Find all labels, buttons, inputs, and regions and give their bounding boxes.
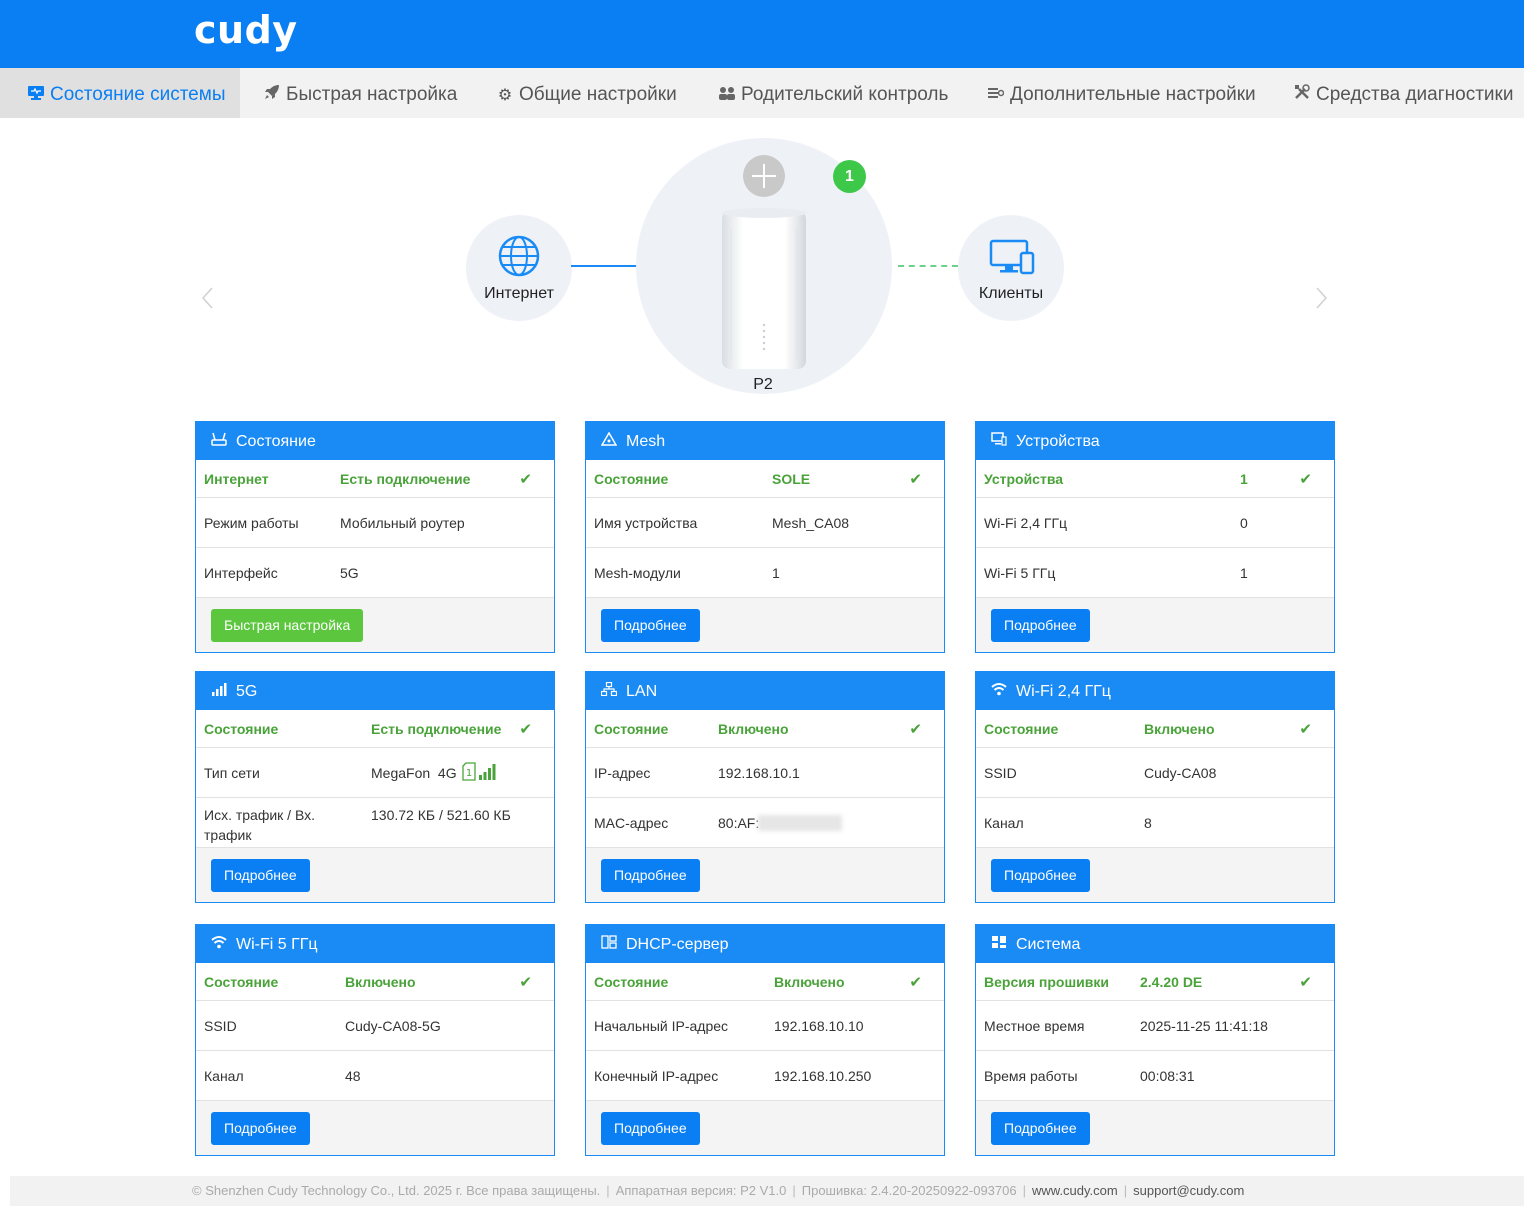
signal-bars-icon bbox=[210, 672, 228, 710]
router-name: P2 bbox=[753, 376, 773, 393]
rocket-icon bbox=[262, 69, 282, 123]
check-icon: ✔ bbox=[1299, 974, 1312, 991]
support-email-link[interactable]: support@cudy.com bbox=[1133, 1183, 1244, 1198]
internet-label: Интернет bbox=[484, 285, 554, 302]
system-details-button[interactable]: Подробнее bbox=[991, 1112, 1090, 1145]
sim-signal-icon: 1 bbox=[462, 762, 498, 785]
clients-node[interactable]: Клиенты bbox=[958, 215, 1064, 321]
add-mesh-button[interactable] bbox=[743, 155, 785, 197]
system-card: Система Версия прошивки 2.4.20 DE ✔ Местно… bbox=[975, 924, 1335, 1156]
nav-advanced-settings[interactable]: Дополнительные настройки bbox=[986, 68, 1256, 118]
lan-card: LAN Состояние Включено ✔ IP-адрес 192.168.1… bbox=[585, 671, 945, 903]
top-bar: cudy bbox=[0, 0, 1524, 68]
status-card: Состояние Интернет Есть подключение ✔ Режи… bbox=[195, 421, 555, 653]
network-icon bbox=[600, 672, 618, 710]
nav-quick-setup[interactable]: Быстрая настройка bbox=[262, 68, 457, 118]
next-arrow-icon[interactable] bbox=[1315, 286, 1329, 310]
card-title: DHCP-сервер bbox=[626, 936, 729, 953]
check-icon: ✔ bbox=[1299, 471, 1312, 488]
nav-general-settings[interactable]: ⚙ Общие настройки bbox=[495, 68, 677, 118]
5g-card: 5G Состояние Есть подключение ✔ Тип сети Me… bbox=[195, 671, 555, 903]
cudy-logo[interactable]: cudy bbox=[194, 8, 298, 52]
main-nav: Состояние системы Быстрая настройка ⚙ Общ… bbox=[0, 68, 1524, 118]
card-title: Mesh bbox=[626, 433, 666, 450]
internet-link bbox=[571, 265, 636, 267]
mesh-icon bbox=[600, 422, 618, 460]
devices-icon bbox=[990, 422, 1008, 460]
clients-label: Клиенты bbox=[978, 285, 1044, 302]
mesh-details-button[interactable]: Подробнее bbox=[601, 609, 700, 642]
copyright: © Shenzhen Cudy Technology Co., Ltd. 202… bbox=[192, 1183, 601, 1198]
check-icon: ✔ bbox=[909, 471, 922, 488]
wifi24-card: Wi-Fi 2,4 ГГц Состояние Включено ✔ SSID Cud… bbox=[975, 671, 1335, 903]
footer: © Shenzhen Cudy Technology Co., Ltd. 202… bbox=[10, 1176, 1524, 1206]
globe-icon bbox=[498, 235, 540, 282]
sliders-icon bbox=[986, 69, 1006, 123]
wifi5-details-button[interactable]: Подробнее bbox=[211, 1112, 310, 1145]
prev-arrow-icon[interactable] bbox=[200, 286, 214, 310]
check-icon: ✔ bbox=[1299, 721, 1312, 738]
card-title: Wi-Fi 5 ГГц bbox=[236, 936, 318, 953]
check-icon: ✔ bbox=[909, 721, 922, 738]
clients-link bbox=[898, 265, 958, 267]
users-icon bbox=[717, 69, 737, 123]
nav-system-status[interactable]: Состояние системы bbox=[0, 68, 240, 118]
wifi24-details-button[interactable]: Подробнее bbox=[991, 859, 1090, 892]
monitor-icon bbox=[26, 69, 46, 123]
dhcp-details-button[interactable]: Подробнее bbox=[601, 1112, 700, 1145]
svg-text:1: 1 bbox=[466, 768, 472, 779]
card-title: Устройства bbox=[1016, 433, 1100, 450]
dhcp-card: DHCP-сервер Состояние Включено ✔ Начальный… bbox=[585, 924, 945, 1156]
website-link[interactable]: www.cudy.com bbox=[1032, 1183, 1118, 1198]
wifi5-card: Wi-Fi 5 ГГц Состояние Включено ✔ SSID Cudy-… bbox=[195, 924, 555, 1156]
firmware-version: Прошивка: 2.4.20-20250922-093706 bbox=[801, 1183, 1017, 1198]
check-icon: ✔ bbox=[519, 721, 532, 738]
tools-icon bbox=[1292, 69, 1312, 123]
hardware-version: Аппаратная версия: P2 V1.0 bbox=[615, 1183, 787, 1198]
router-image bbox=[721, 207, 807, 370]
quick-setup-button[interactable]: Быстрая настройка bbox=[211, 609, 364, 642]
devices-card: Устройства Устройства 1 ✔ Wi-Fi 2,4 ГГц 0 W… bbox=[975, 421, 1335, 653]
mesh-card: Mesh Состояние SOLE ✔ Имя устройства Mesh_C… bbox=[585, 421, 945, 653]
card-title: Система bbox=[1016, 936, 1081, 953]
gear-icon: ⚙ bbox=[497, 87, 513, 104]
devices-details-button[interactable]: Подробнее bbox=[991, 609, 1090, 642]
server-icon bbox=[600, 925, 618, 963]
5g-details-button[interactable]: Подробнее bbox=[211, 859, 310, 892]
wifi-icon bbox=[990, 672, 1008, 710]
check-icon: ✔ bbox=[909, 974, 922, 991]
dashboard-icon bbox=[990, 925, 1008, 963]
lan-details-button[interactable]: Подробнее bbox=[601, 859, 700, 892]
check-icon: ✔ bbox=[519, 974, 532, 991]
card-title: Состояние bbox=[236, 433, 316, 450]
router-icon bbox=[210, 422, 228, 460]
card-title: Wi-Fi 2,4 ГГц bbox=[1016, 683, 1111, 700]
card-title: LAN bbox=[626, 683, 658, 700]
mesh-count-badge[interactable]: 1 bbox=[833, 160, 866, 193]
nav-diagnostics[interactable]: Средства диагностики bbox=[1292, 68, 1513, 118]
check-icon: ✔ bbox=[519, 471, 532, 488]
mac-redacted bbox=[758, 815, 842, 831]
wifi-icon bbox=[210, 925, 228, 963]
nav-parental-control[interactable]: Родительский контроль bbox=[717, 68, 948, 118]
devices-icon bbox=[989, 239, 1035, 280]
card-title: 5G bbox=[236, 683, 258, 700]
internet-node[interactable]: Интернет bbox=[466, 215, 572, 321]
